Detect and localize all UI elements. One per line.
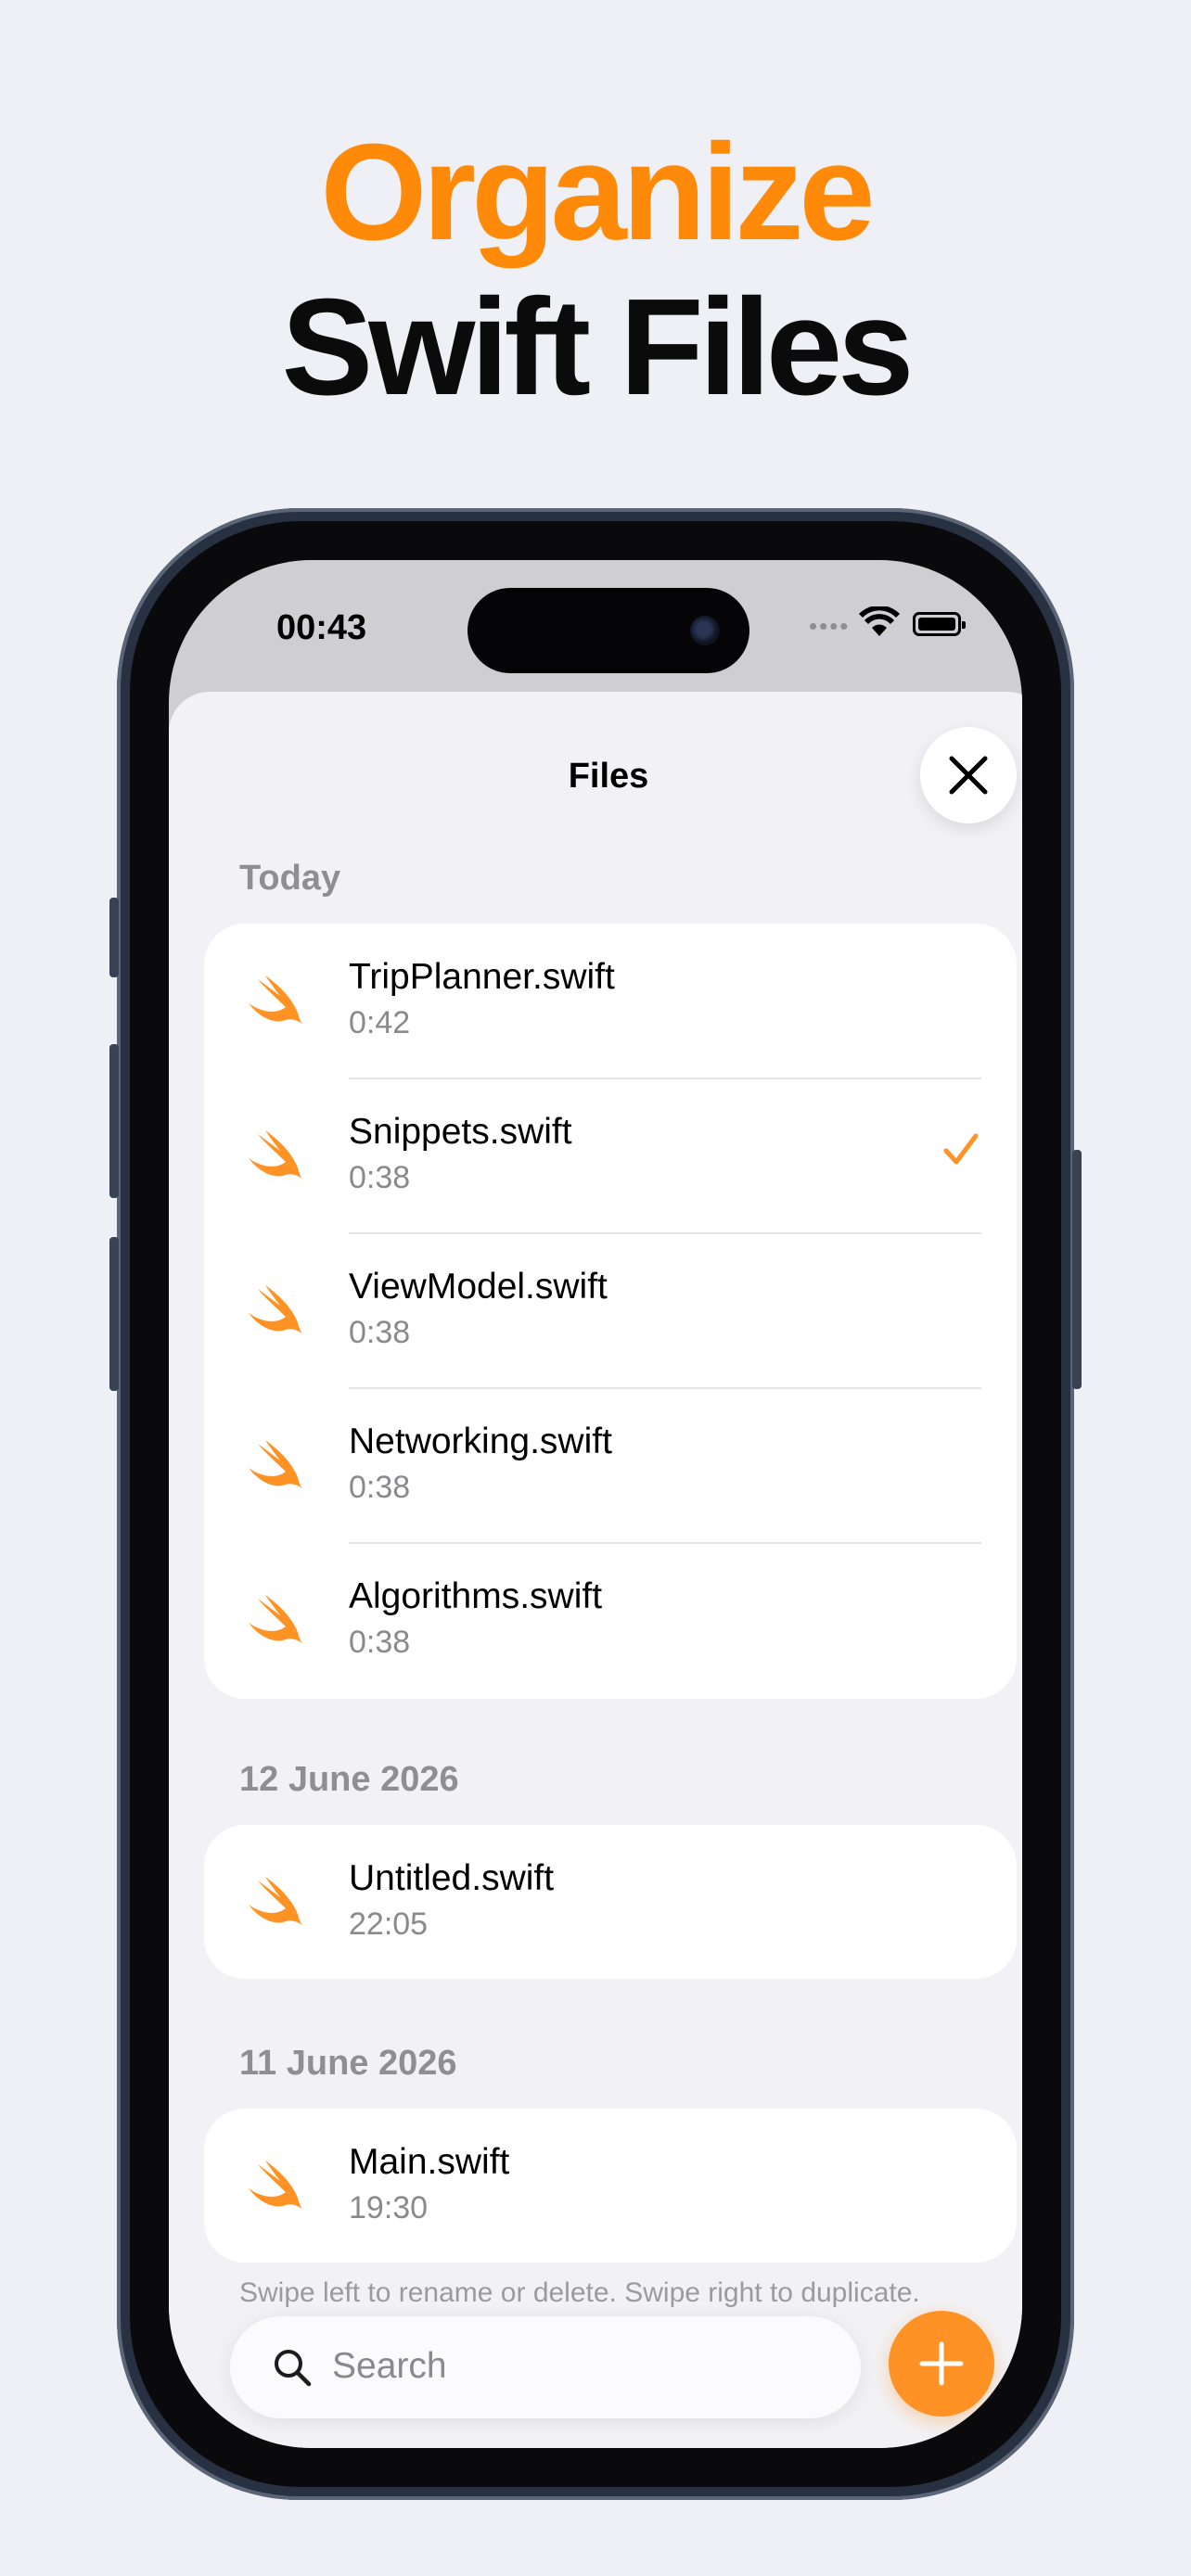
file-name: Snippets.swift — [349, 1112, 572, 1152]
swift-icon — [249, 1130, 302, 1179]
file-row[interactable]: Snippets.swift 0:38 — [204, 1078, 1017, 1232]
volume-up-button — [109, 1044, 119, 1198]
file-name: Algorithms.swift — [349, 1576, 603, 1616]
file-name: Main.swift — [349, 2142, 510, 2182]
checkmark-icon — [943, 1133, 979, 1165]
file-row[interactable]: Algorithms.swift 0:38 — [204, 1543, 1017, 1697]
file-time: 0:38 — [349, 1470, 411, 1505]
status-time: 00:43 — [276, 608, 367, 647]
phone-screen: 00:43 •••• Files Today TripPlanner.swift… — [169, 560, 1022, 2448]
files-sheet: Files Today TripPlanner.swift 0:42 Snipp… — [169, 692, 1022, 2448]
plus-icon — [919, 2341, 964, 2386]
phone-bezel: 00:43 •••• Files Today TripPlanner.swift… — [130, 521, 1061, 2487]
file-time: 0:38 — [349, 1625, 411, 1660]
file-time: 0:38 — [349, 1160, 411, 1195]
file-name: ViewModel.swift — [349, 1267, 608, 1307]
swift-icon — [249, 1285, 302, 1333]
signal-dots-icon: •••• — [809, 612, 851, 640]
file-group-11-june: Main.swift 19:30 — [204, 2109, 1017, 2263]
file-time: 19:30 — [349, 2190, 429, 2225]
swift-icon — [249, 2161, 302, 2209]
sheet-title: Files — [568, 757, 649, 796]
action-button — [109, 898, 119, 977]
section-label-date: 11 June 2026 — [239, 2044, 457, 2083]
section-label-today: Today — [239, 859, 341, 898]
file-row[interactable]: TripPlanner.swift 0:42 — [204, 924, 1017, 1078]
search-placeholder: Search — [332, 2346, 447, 2386]
battery-icon — [913, 612, 966, 636]
battery-level — [918, 618, 955, 631]
file-name: TripPlanner.swift — [349, 957, 615, 997]
file-row[interactable]: ViewModel.swift 0:38 — [204, 1233, 1017, 1387]
close-button[interactable] — [920, 727, 1017, 823]
swipe-hint: Swipe left to rename or delete. Swipe ri… — [239, 2277, 920, 2308]
wifi-icon — [859, 606, 900, 636]
file-row[interactable]: Main.swift 19:30 — [204, 2109, 1017, 2263]
file-group-today: TripPlanner.swift 0:42 Snippets.swift 0:… — [204, 924, 1017, 1699]
search-field[interactable]: Search — [230, 2316, 861, 2418]
file-name: Networking.swift — [349, 1422, 612, 1461]
file-row[interactable]: Networking.swift 0:38 — [204, 1388, 1017, 1542]
file-name: Untitled.swift — [349, 1858, 555, 1898]
camera-icon — [690, 616, 720, 645]
dynamic-island — [467, 588, 749, 673]
swift-icon — [249, 976, 302, 1024]
section-label-date: 12 June 2026 — [239, 1760, 459, 1799]
xmark-icon — [949, 756, 988, 795]
file-row[interactable]: Untitled.swift 22:05 — [204, 1825, 1017, 1979]
file-group-12-june: Untitled.swift 22:05 — [204, 1825, 1017, 1979]
headline-line-1: Organize — [320, 116, 875, 269]
file-time: 22:05 — [349, 1906, 429, 1942]
swift-icon — [249, 1440, 302, 1488]
swift-icon — [249, 1595, 302, 1643]
magnifyingglass-icon — [275, 2350, 312, 2387]
volume-down-button — [109, 1237, 119, 1391]
headline-line-2: Swift Files — [281, 271, 915, 424]
add-file-button[interactable] — [889, 2311, 994, 2417]
file-time: 0:38 — [349, 1315, 411, 1350]
phone-frame: 00:43 •••• Files Today TripPlanner.swift… — [109, 508, 1082, 2500]
swift-icon — [249, 1877, 302, 1925]
power-button — [1072, 1150, 1082, 1389]
file-time: 0:42 — [349, 1005, 411, 1040]
